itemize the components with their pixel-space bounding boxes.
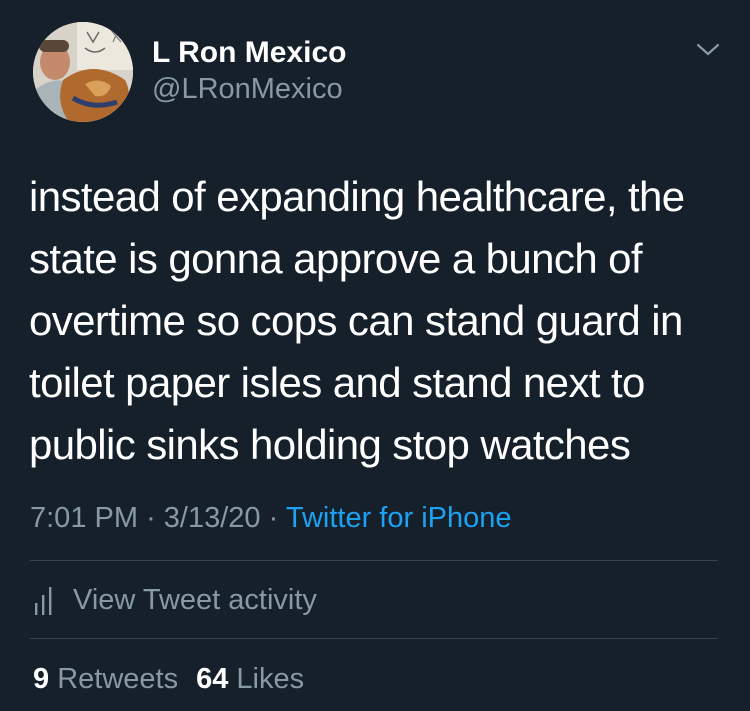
tweet-source-link[interactable]: Twitter for iPhone [286,502,512,534]
tweet-text-line: instead of expanding healthcare, the [29,173,685,220]
chevron-down-icon[interactable] [695,40,721,60]
tweet-time[interactable]: 7:01 PM [30,502,138,534]
tweet-text-line: state is gonna approve a bunch of [29,235,643,282]
author-display-name[interactable]: L Ron Mexico [152,36,346,70]
bar-chart-icon [35,587,52,615]
retweets-count: 9 [33,663,50,695]
meta-separator: · [146,502,156,534]
tweet-stats: 9 Retweets 64 Likes [33,661,304,697]
tweet-meta: 7:01 PM · 3/13/20 · Twitter for iPhone [30,500,512,536]
likes-link[interactable]: 64 Likes [196,663,304,695]
divider [30,560,718,561]
tweet-text-line: overtime so cops can stand guard in [29,297,683,344]
meta-separator: · [268,502,279,534]
likes-count: 64 [196,663,229,695]
divider [30,638,718,639]
likes-label: Likes [236,663,305,695]
avatar[interactable] [33,22,133,122]
tweet-date[interactable]: 3/13/20 [164,502,261,534]
view-tweet-activity-label: View Tweet activity [73,583,317,616]
view-tweet-activity-button[interactable]: View Tweet activity [33,580,317,620]
tweet-text-line: public sinks holding stop watches [29,421,631,468]
avatar-image [33,22,133,122]
retweets-link[interactable]: 9 Retweets [33,663,178,695]
tweet-text: instead of expanding healthcare, the sta… [29,166,729,476]
tweet-text-line: toilet paper isles and stand next to [29,359,645,406]
author-handle[interactable]: @LRonMexico [152,72,343,106]
retweets-label: Retweets [57,663,179,695]
